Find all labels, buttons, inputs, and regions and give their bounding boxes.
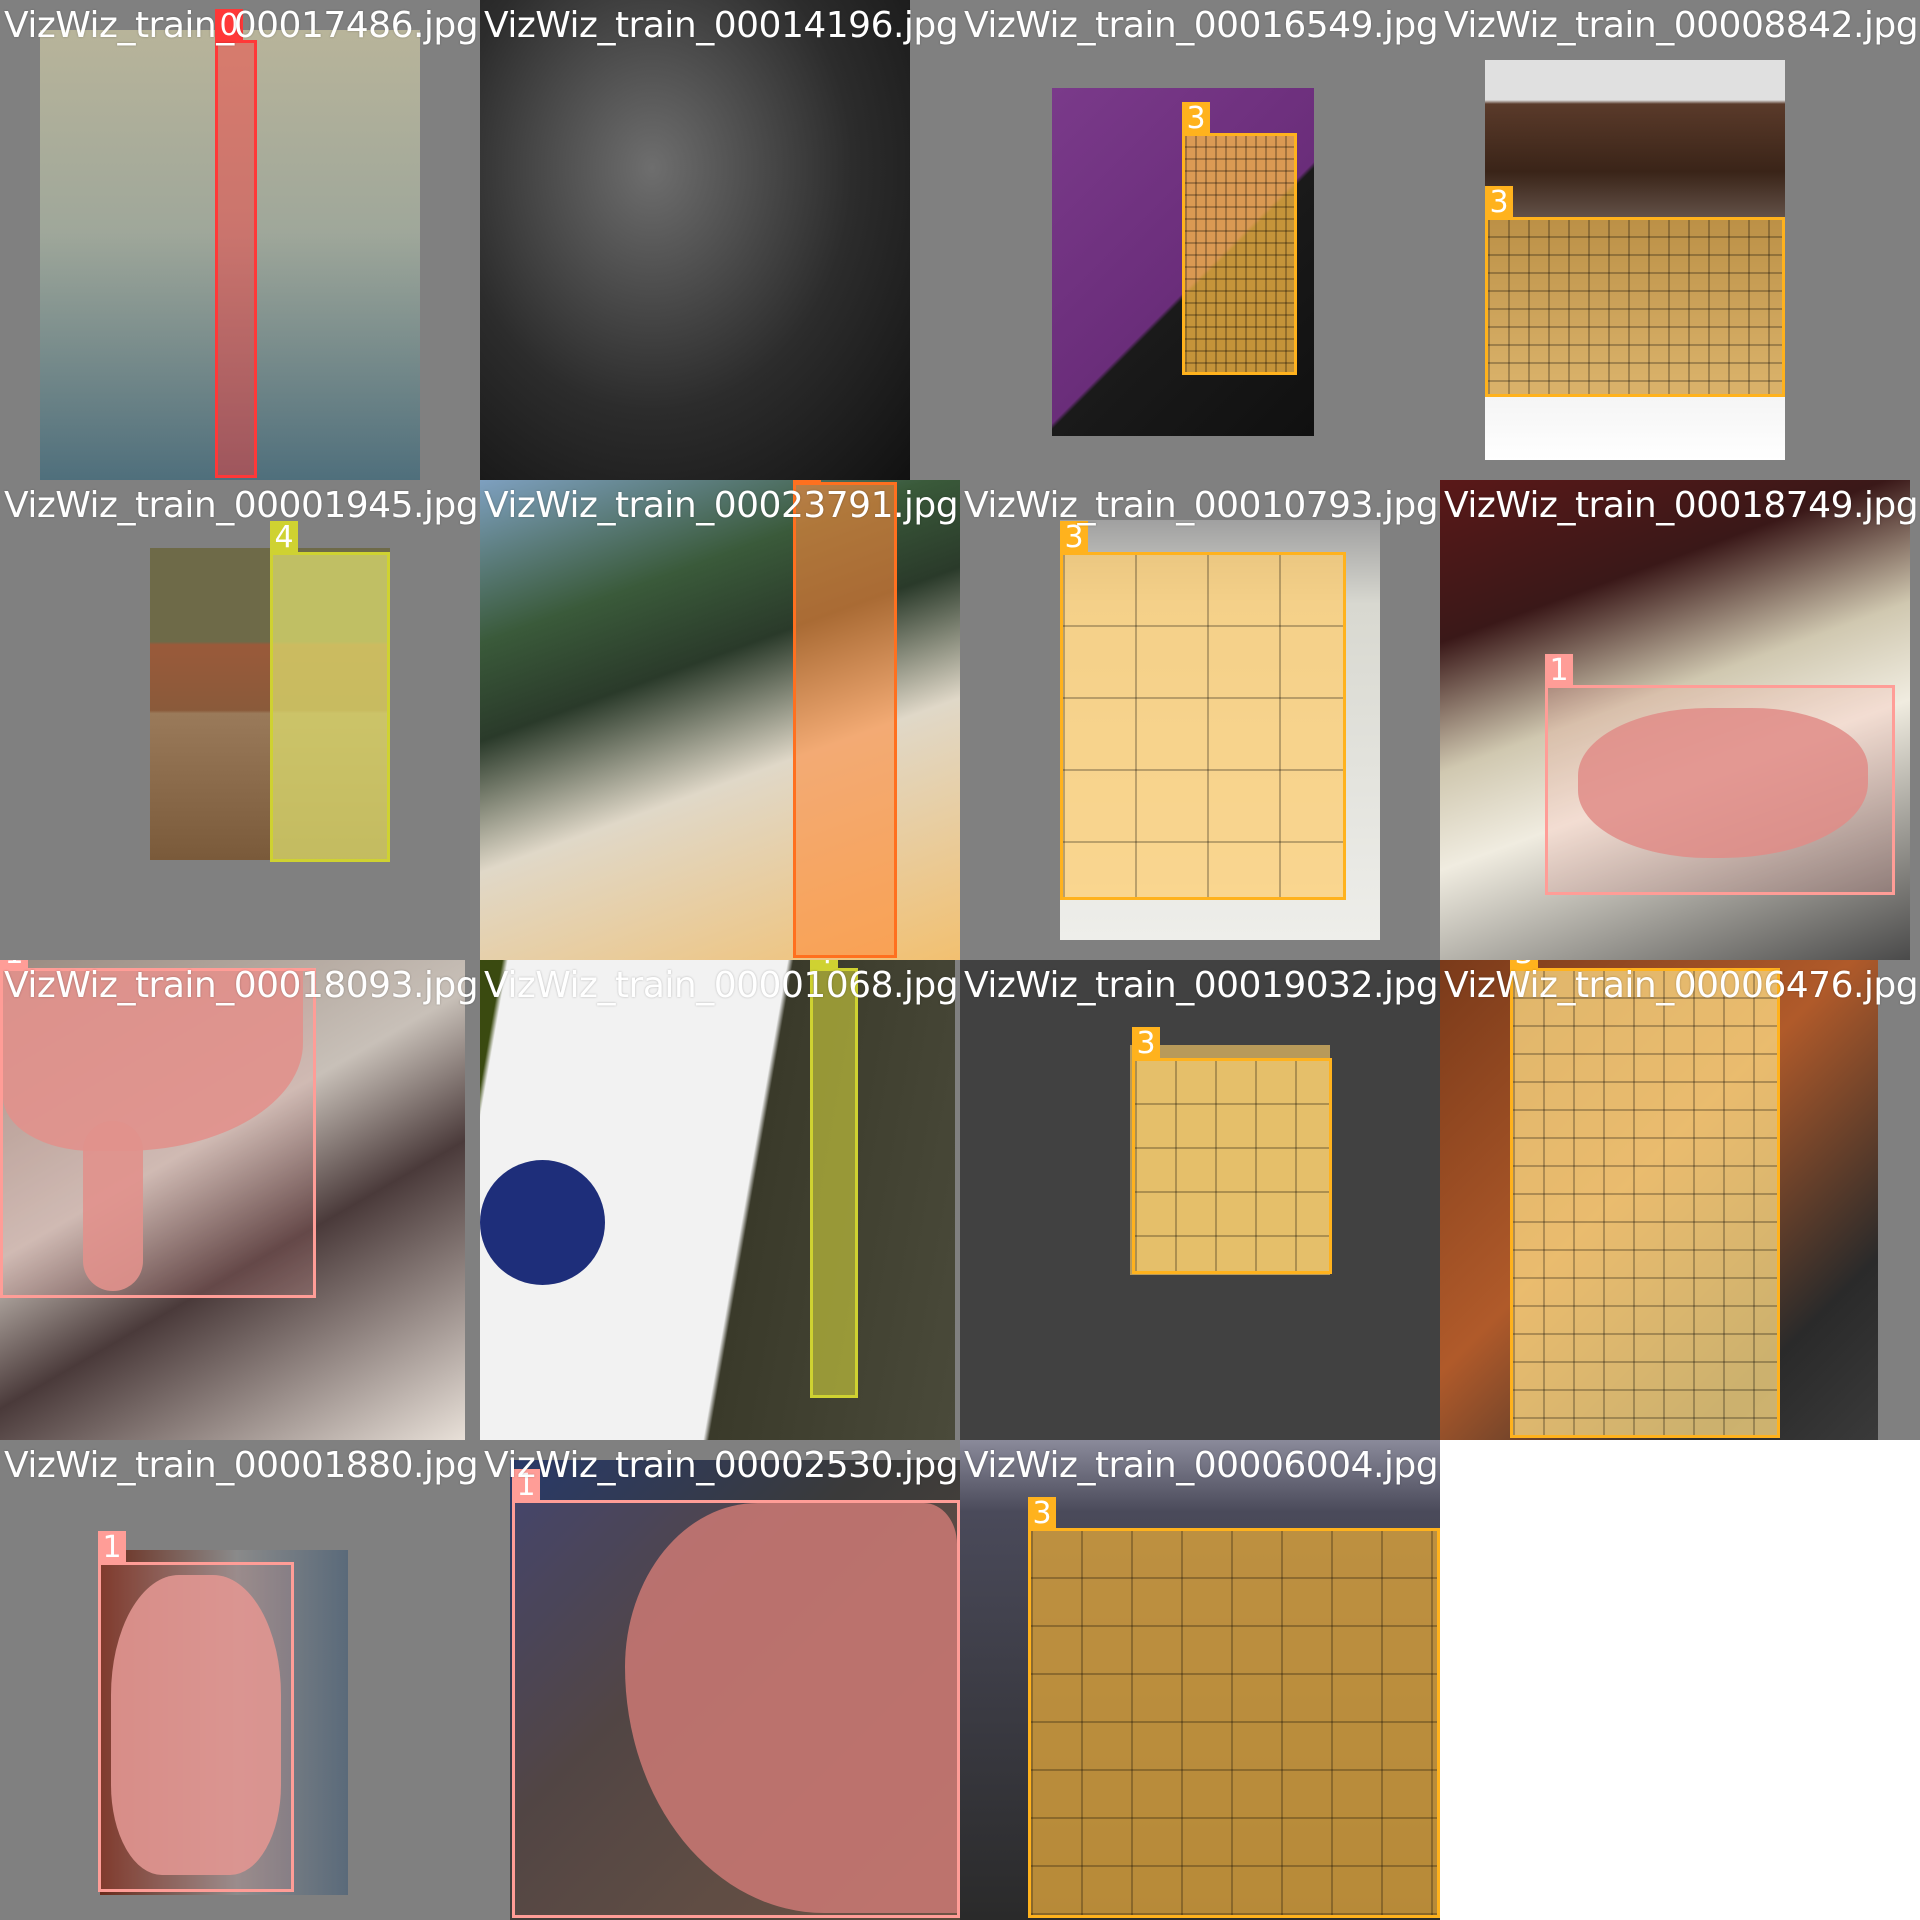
bbox-label: 1 (98, 1531, 126, 1565)
photo-dark-keyboard (480, 0, 910, 480)
tile-filename: VizWiz_train_00014196.jpg (484, 5, 959, 46)
tile-15: 3 VizWiz_train_00006004.jpg (960, 1440, 1440, 1920)
bbox-class-3: 3 (1182, 102, 1297, 375)
tile-5: 4 VizWiz_train_00001945.jpg (0, 480, 480, 960)
bbox-class-3: 3 (1060, 521, 1346, 900)
tile-4: 3 VizWiz_train_00008842.jpg (1440, 0, 1920, 480)
dog-mask (625, 1503, 957, 1913)
tile-filename: VizWiz_train_00001068.jpg (484, 965, 959, 1006)
bbox-class-3: 3 (1028, 1497, 1440, 1918)
bbox-class-4: 4 (810, 960, 858, 1398)
tile-2: VizWiz_train_00014196.jpg (480, 0, 960, 480)
tile-filename: VizWiz_train_00018093.jpg (4, 965, 479, 1006)
bbox-class-1: 1 (512, 1469, 960, 1918)
bbox-class-4: 4 (270, 521, 390, 862)
bbox-label: 3 (1132, 1027, 1160, 1061)
book-blue-circle (480, 1160, 605, 1285)
bbox-class-1: 1 (98, 1531, 294, 1892)
dog-mask (1578, 708, 1868, 858)
tile-filename: VizWiz_train_00019032.jpg (964, 965, 1439, 1006)
bbox-class-3: 3 (1132, 1027, 1332, 1274)
tile-9: 1 VizWiz_train_00018093.jpg (0, 960, 480, 1440)
tile-13: 1 VizWiz_train_00001880.jpg (0, 1440, 480, 1920)
tile-filename: VizWiz_train_00018749.jpg (1444, 485, 1919, 526)
tile-11: 3 VizWiz_train_00019032.jpg (960, 960, 1440, 1440)
bbox-label: 3 (1485, 186, 1513, 220)
bbox-label: 3 (1182, 102, 1210, 136)
dog-leg-mask (83, 1121, 143, 1291)
dog-mask (111, 1575, 281, 1875)
tile-3: 3 VizWiz_train_00016549.jpg (960, 0, 1440, 480)
tile-filename: VizWiz_train_00008842.jpg (1444, 5, 1919, 46)
bbox-label: 1 (1545, 654, 1573, 688)
bbox-class-3: 3 (1485, 186, 1785, 397)
tile-14: 1 VizWiz_train_00002530.jpg (480, 1440, 960, 1920)
tile-filename: VizWiz_train_00001945.jpg (4, 485, 479, 526)
bbox-class-1: 1 (1545, 654, 1895, 895)
tile-filename: VizWiz_train_00006004.jpg (964, 1445, 1439, 1486)
tile-filename: VizWiz_train_00001880.jpg (4, 1445, 479, 1486)
tile-filename: VizWiz_train_00017486.jpg (4, 5, 479, 46)
tile-filename: VizWiz_train_00016549.jpg (964, 5, 1439, 46)
bbox-label: 3 (1028, 1497, 1056, 1531)
tile-10: 4 VizWiz_train_00001068.jpg (480, 960, 960, 1440)
tile-6: 2 VizWiz_train_00023791.jpg (480, 480, 960, 960)
tile-12: 3 VizWiz_train_00006476.jpg (1440, 960, 1920, 1440)
bbox-class-1: 1 (0, 960, 316, 1298)
tile-8: 1 VizWiz_train_00018749.jpg (1440, 480, 1920, 960)
tile-filename: VizWiz_train_00023791.jpg (484, 485, 959, 526)
image-mosaic: 0 VizWiz_train_00017486.jpg VizWiz_train… (0, 0, 1920, 1920)
tile-filename: VizWiz_train_00010793.jpg (964, 485, 1439, 526)
bbox-class-0: 0 (215, 9, 257, 478)
bbox-class-3: 3 (1510, 960, 1780, 1438)
tile-filename: VizWiz_train_00002530.jpg (484, 1445, 959, 1486)
tile-1: 0 VizWiz_train_00017486.jpg (0, 0, 480, 480)
bbox-class-2: 2 (793, 480, 897, 958)
tile-filename: VizWiz_train_00006476.jpg (1444, 965, 1919, 1006)
tile-7: 3 VizWiz_train_00010793.jpg (960, 480, 1440, 960)
